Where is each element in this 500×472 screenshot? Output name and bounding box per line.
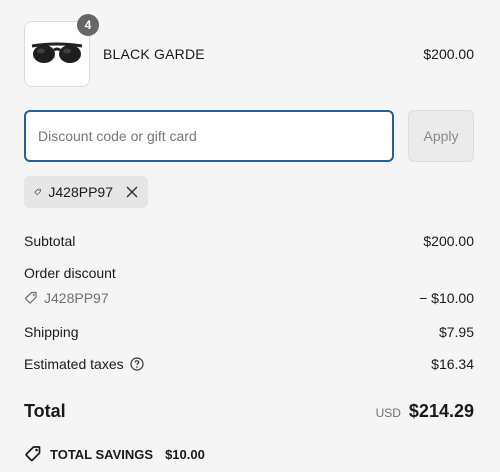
total-value: $214.29 xyxy=(408,400,474,421)
currency-code: USD xyxy=(375,405,401,420)
close-icon xyxy=(126,186,138,198)
subtotal-row: Subtotal $200.00 xyxy=(24,231,474,251)
quantity-badge: 4 xyxy=(77,14,99,36)
apply-discount-button[interactable]: Apply xyxy=(408,110,474,162)
order-discount-row: Order discount xyxy=(24,263,474,283)
total-amount-group: USD $214.29 xyxy=(376,401,474,422)
shipping-label: Shipping xyxy=(24,324,79,340)
taxes-label-group: Estimated taxes xyxy=(24,356,144,372)
subtotal-value: $200.00 xyxy=(423,233,474,249)
subtotal-label: Subtotal xyxy=(24,233,76,249)
product-thumbnail: 4 xyxy=(24,14,99,87)
remove-discount-button[interactable] xyxy=(126,186,138,198)
taxes-value: $16.34 xyxy=(431,356,474,372)
total-label: Total xyxy=(24,400,66,421)
order-summary: 4 BLACK GARDE $200.00 Apply J428PP97 Sub… xyxy=(0,0,500,472)
total-row: Total USD $214.29 xyxy=(24,398,474,424)
discount-code-text: J428PP97 xyxy=(44,290,109,306)
product-line-item: 4 BLACK GARDE $200.00 xyxy=(24,14,474,87)
total-savings: TOTAL SAVINGS $10.00 xyxy=(24,445,205,463)
product-name: BLACK GARDE xyxy=(103,46,205,62)
savings-tag-icon xyxy=(25,446,41,462)
help-circle-icon[interactable] xyxy=(130,357,144,371)
taxes-label: Estimated taxes xyxy=(24,356,124,372)
applied-discount-chip: J428PP97 xyxy=(24,176,148,208)
discount-code-input[interactable] xyxy=(24,110,394,162)
discount-code-row: J428PP97 − $10.00 xyxy=(24,288,474,308)
shipping-row: Shipping $7.95 xyxy=(24,322,474,342)
tag-icon xyxy=(25,291,37,304)
discount-code-detail: J428PP97 xyxy=(24,290,109,306)
savings-label: TOTAL SAVINGS xyxy=(50,446,154,462)
discount-value: − $10.00 xyxy=(419,290,474,306)
shipping-value: $7.95 xyxy=(438,324,474,340)
applied-code-label: J428PP97 xyxy=(48,184,113,200)
savings-value: $10.00 xyxy=(165,446,205,462)
tag-icon xyxy=(34,188,41,195)
taxes-row: Estimated taxes $16.34 xyxy=(24,354,474,374)
discount-form: Apply xyxy=(24,110,474,162)
product-price: $200.00 xyxy=(423,46,474,62)
sunglasses-icon xyxy=(31,42,83,63)
order-discount-label: Order discount xyxy=(24,265,116,281)
